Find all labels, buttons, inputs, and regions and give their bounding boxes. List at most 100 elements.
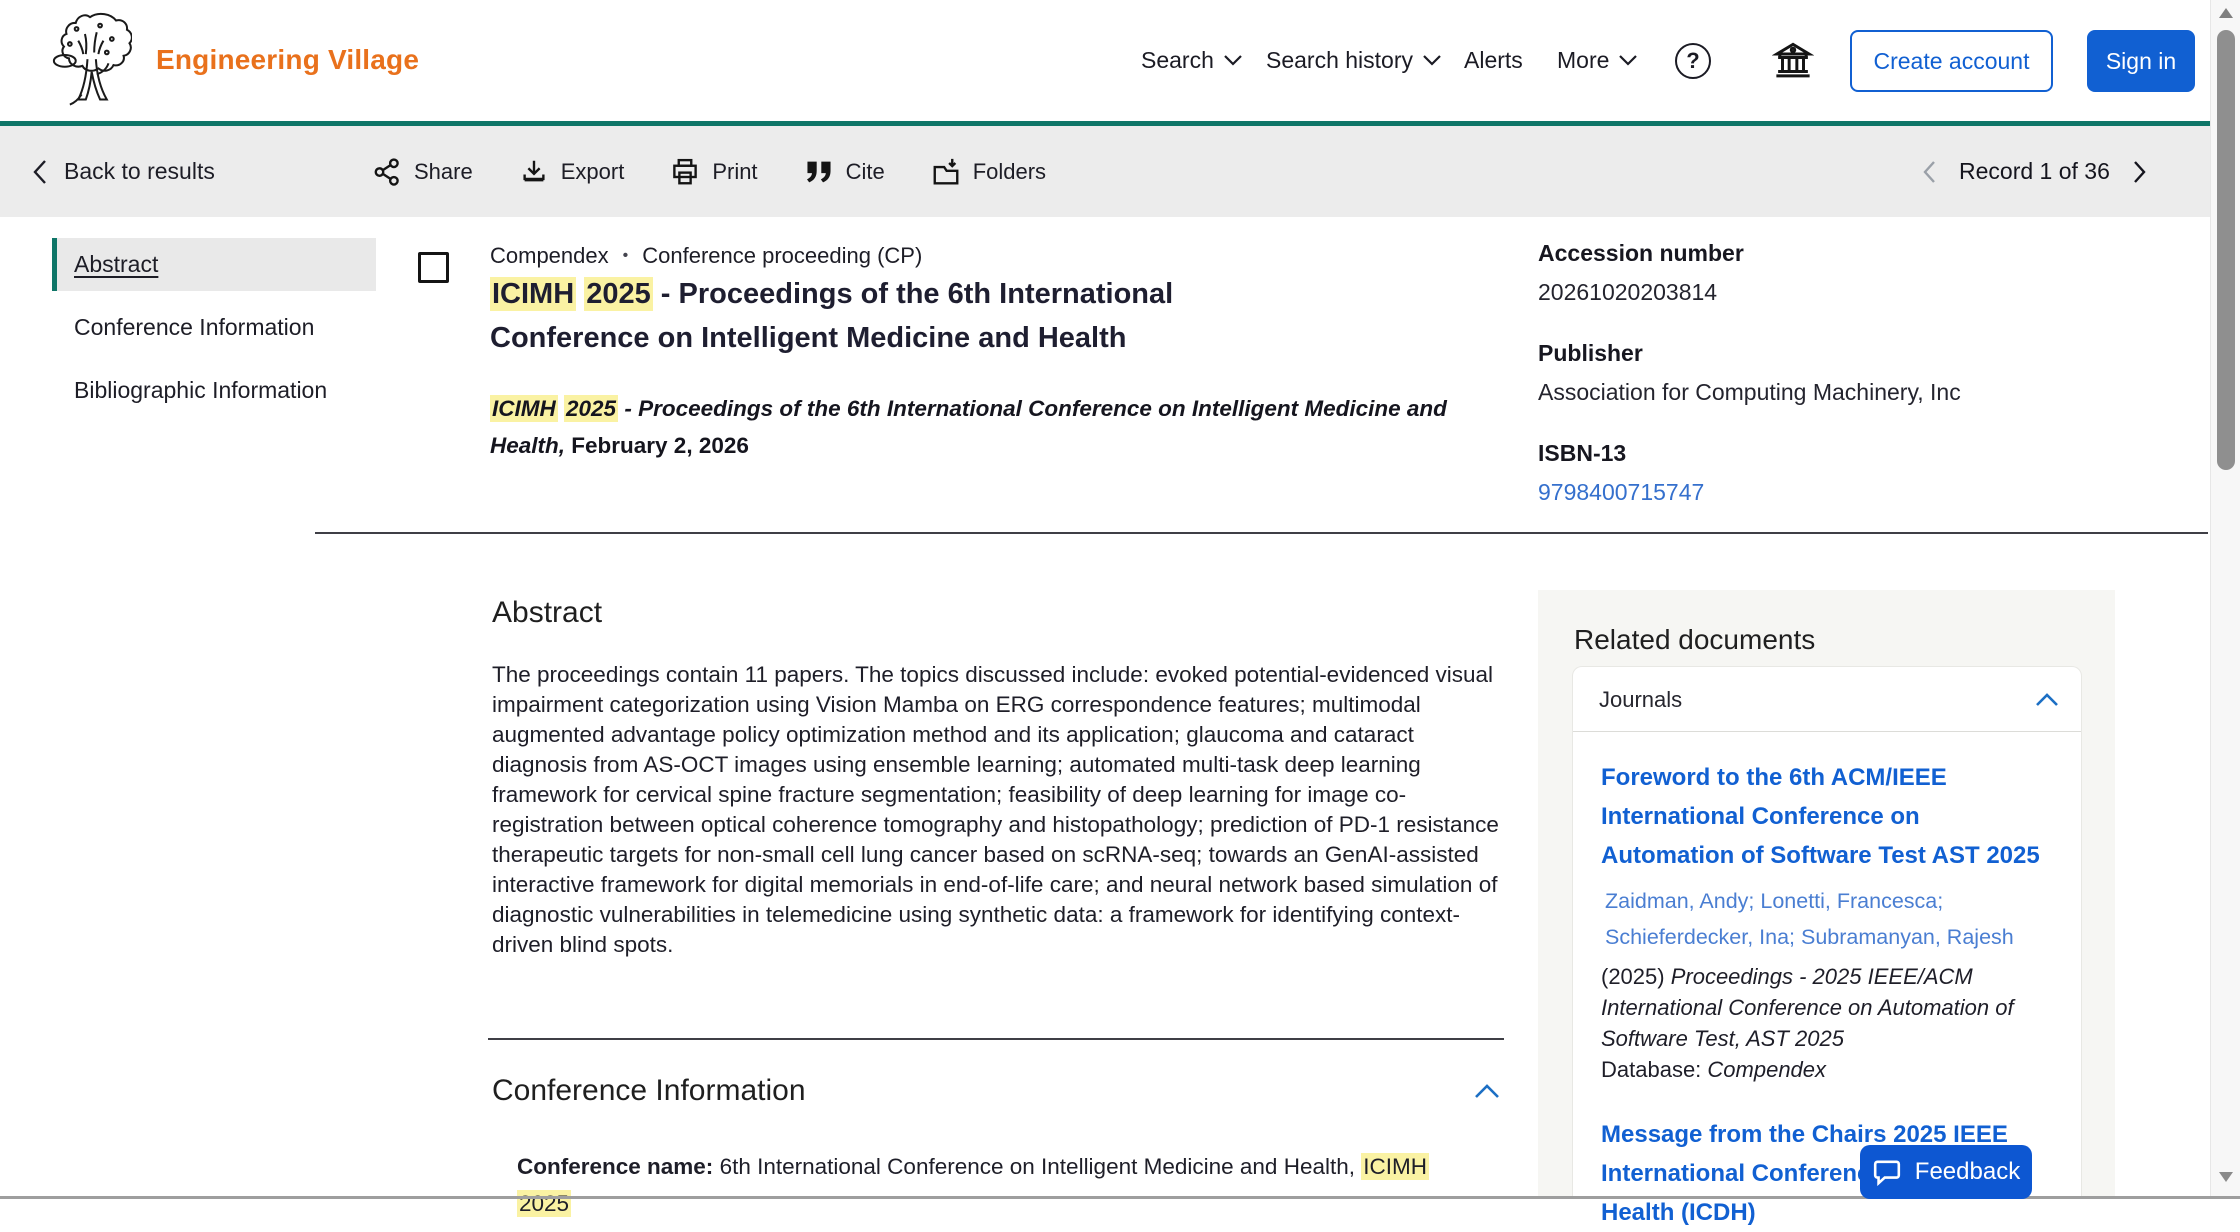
chevron-left-icon bbox=[32, 159, 48, 185]
feedback-button[interactable]: Feedback bbox=[1860, 1145, 2032, 1199]
sidebar-item-bibliographic-information[interactable]: Bibliographic Information bbox=[52, 364, 376, 417]
related-documents-card: Journals Foreword to the 6th ACM/IEEE In… bbox=[1572, 666, 2082, 1199]
conference-information-heading: Conference Information bbox=[492, 1074, 806, 1108]
brand-logo[interactable]: Engineering Village bbox=[48, 10, 419, 110]
isbn-label: ISBN-13 bbox=[1538, 440, 2118, 467]
export-button[interactable]: Export bbox=[519, 157, 625, 187]
conference-name-highlight: 2025 bbox=[517, 1190, 571, 1217]
top-header: Engineering Village Search Search histor… bbox=[0, 0, 2210, 121]
speech-bubble-icon bbox=[1872, 1159, 1902, 1186]
nav-more[interactable]: More bbox=[1557, 0, 1637, 121]
database-label: Database: bbox=[1601, 1057, 1707, 1082]
sidebar-item-abstract[interactable]: Abstract bbox=[52, 238, 376, 291]
journals-group-label: Journals bbox=[1599, 687, 1682, 713]
help-icon: ? bbox=[1675, 43, 1711, 79]
scrollbar-thumb[interactable] bbox=[2217, 30, 2235, 470]
related-document-source: (2025) Proceedings - 2025 IEEE/ACM Inter… bbox=[1601, 961, 2053, 1054]
source-year: (2025) bbox=[1601, 964, 1665, 989]
abstract-heading: Abstract bbox=[492, 596, 602, 630]
subtitle-highlight: 2025 bbox=[564, 395, 618, 422]
record-nav-label: Record 1 of 36 bbox=[1959, 158, 2110, 185]
print-button[interactable]: Print bbox=[670, 157, 757, 187]
journals-group-header[interactable]: Journals bbox=[1573, 667, 2081, 732]
document-type: Conference proceeding (CP) bbox=[642, 243, 922, 269]
related-documents-panel: Related documents Journals Foreword to t… bbox=[1538, 590, 2115, 1199]
related-documents-heading: Related documents bbox=[1574, 624, 1815, 656]
accession-number-block: Accession number 20261020203814 bbox=[1538, 240, 2118, 306]
page: { "brand": {"name": "Engineering Village… bbox=[0, 0, 2240, 1199]
record-subtitle: ICIMH 2025 - Proceedings of the 6th Inte… bbox=[490, 390, 1500, 464]
download-icon bbox=[519, 157, 549, 187]
folders-label: Folders bbox=[973, 159, 1046, 185]
collapse-group-chevron-icon[interactable] bbox=[2035, 693, 2059, 707]
next-record-button[interactable] bbox=[2132, 160, 2147, 184]
sidebar-item-conference-information[interactable]: Conference Information bbox=[52, 301, 376, 354]
scrollbar-up-arrow[interactable] bbox=[2219, 8, 2233, 18]
publisher-block: Publisher Association for Computing Mach… bbox=[1538, 340, 2118, 406]
elsevier-tree-icon bbox=[48, 10, 132, 110]
back-to-results-label: Back to results bbox=[64, 158, 215, 185]
conference-name-label: Conference name: bbox=[517, 1154, 713, 1179]
database-name: Compendex bbox=[490, 243, 609, 269]
share-icon bbox=[372, 157, 402, 187]
printer-icon bbox=[670, 157, 700, 187]
conference-name-value: 6th International Conference on Intellig… bbox=[713, 1154, 1361, 1179]
header-divider bbox=[315, 532, 2208, 534]
help-button[interactable]: ? bbox=[1670, 38, 1716, 84]
nav-alerts-label: Alerts bbox=[1464, 47, 1523, 74]
scrollbar-down-arrow[interactable] bbox=[2219, 1172, 2233, 1182]
quote-cite-icon bbox=[804, 159, 834, 185]
record-title: ICIMH 2025 - Proceedings of the 6th Inte… bbox=[490, 272, 1300, 360]
share-label: Share bbox=[414, 159, 473, 185]
nav-more-label: More bbox=[1557, 47, 1609, 74]
abstract-divider bbox=[488, 1038, 1504, 1040]
back-to-results-button[interactable]: Back to results bbox=[32, 126, 215, 217]
nav-search-label: Search bbox=[1141, 47, 1214, 74]
related-document-title-link[interactable]: Foreword to the 6th ACM/IEEE Internation… bbox=[1601, 758, 2053, 875]
chevron-down-icon bbox=[1224, 55, 1242, 66]
isbn-block: ISBN-13 9798400715747 bbox=[1538, 440, 2118, 506]
toolbar-actions: Share Export Print bbox=[372, 126, 1046, 217]
abstract-text: The proceedings contain 11 papers. The t… bbox=[492, 660, 1508, 960]
separator-dot: • bbox=[623, 247, 629, 265]
create-account-button[interactable]: Create account bbox=[1850, 30, 2053, 92]
collapse-section-chevron-icon[interactable] bbox=[1474, 1084, 1500, 1099]
previous-record-button[interactable] bbox=[1922, 160, 1937, 184]
accession-number-label: Accession number bbox=[1538, 240, 2118, 267]
sign-in-button[interactable]: Sign in bbox=[2087, 30, 2195, 92]
brand-name: Engineering Village bbox=[156, 44, 419, 76]
database-value: Compendex bbox=[1707, 1057, 1826, 1082]
record-type-line: Compendex • Conference proceeding (CP) bbox=[490, 243, 922, 269]
chevron-down-icon bbox=[1423, 55, 1441, 66]
institution-button[interactable] bbox=[1770, 38, 1816, 84]
nav-search[interactable]: Search bbox=[1141, 0, 1242, 121]
folders-button[interactable]: Folders bbox=[931, 157, 1046, 187]
related-document-database: Database: Compendex bbox=[1601, 1054, 2053, 1085]
section-nav-sidebar: Abstract Conference Information Bibliogr… bbox=[52, 238, 376, 427]
accession-number-value: 20261020203814 bbox=[1538, 279, 2118, 306]
institution-bank-icon bbox=[1772, 40, 1814, 82]
nav-alerts[interactable]: Alerts bbox=[1464, 0, 1523, 121]
share-button[interactable]: Share bbox=[372, 157, 473, 187]
subtitle-highlight: ICIMH bbox=[490, 395, 558, 422]
isbn-link[interactable]: 9798400715747 bbox=[1538, 479, 2118, 506]
publisher-label: Publisher bbox=[1538, 340, 2118, 367]
folder-add-icon bbox=[931, 157, 961, 187]
related-document-authors[interactable]: Zaidman, Andy; Lonetti, Francesca; Schie… bbox=[1601, 883, 2053, 955]
related-document-item: Foreword to the 6th ACM/IEEE Internation… bbox=[1573, 732, 2081, 1085]
record-select-checkbox[interactable] bbox=[418, 252, 449, 283]
export-label: Export bbox=[561, 159, 625, 185]
conference-name-line: Conference name: 6th International Confe… bbox=[517, 1148, 1447, 1222]
chevron-down-icon bbox=[1619, 55, 1637, 66]
record-metadata: Accession number 20261020203814 Publishe… bbox=[1538, 240, 2118, 540]
print-label: Print bbox=[712, 159, 757, 185]
cite-label: Cite bbox=[846, 159, 885, 185]
record-toolbar: Back to results Share Export bbox=[0, 126, 2210, 217]
nav-search-history[interactable]: Search history bbox=[1266, 0, 1441, 121]
cite-button[interactable]: Cite bbox=[804, 159, 885, 185]
title-highlight: 2025 bbox=[584, 277, 653, 311]
nav-search-history-label: Search history bbox=[1266, 47, 1413, 74]
conference-name-highlight: ICIMH bbox=[1361, 1153, 1429, 1180]
feedback-label: Feedback bbox=[1915, 1158, 2020, 1186]
publisher-value: Association for Computing Machinery, Inc bbox=[1538, 379, 2118, 406]
